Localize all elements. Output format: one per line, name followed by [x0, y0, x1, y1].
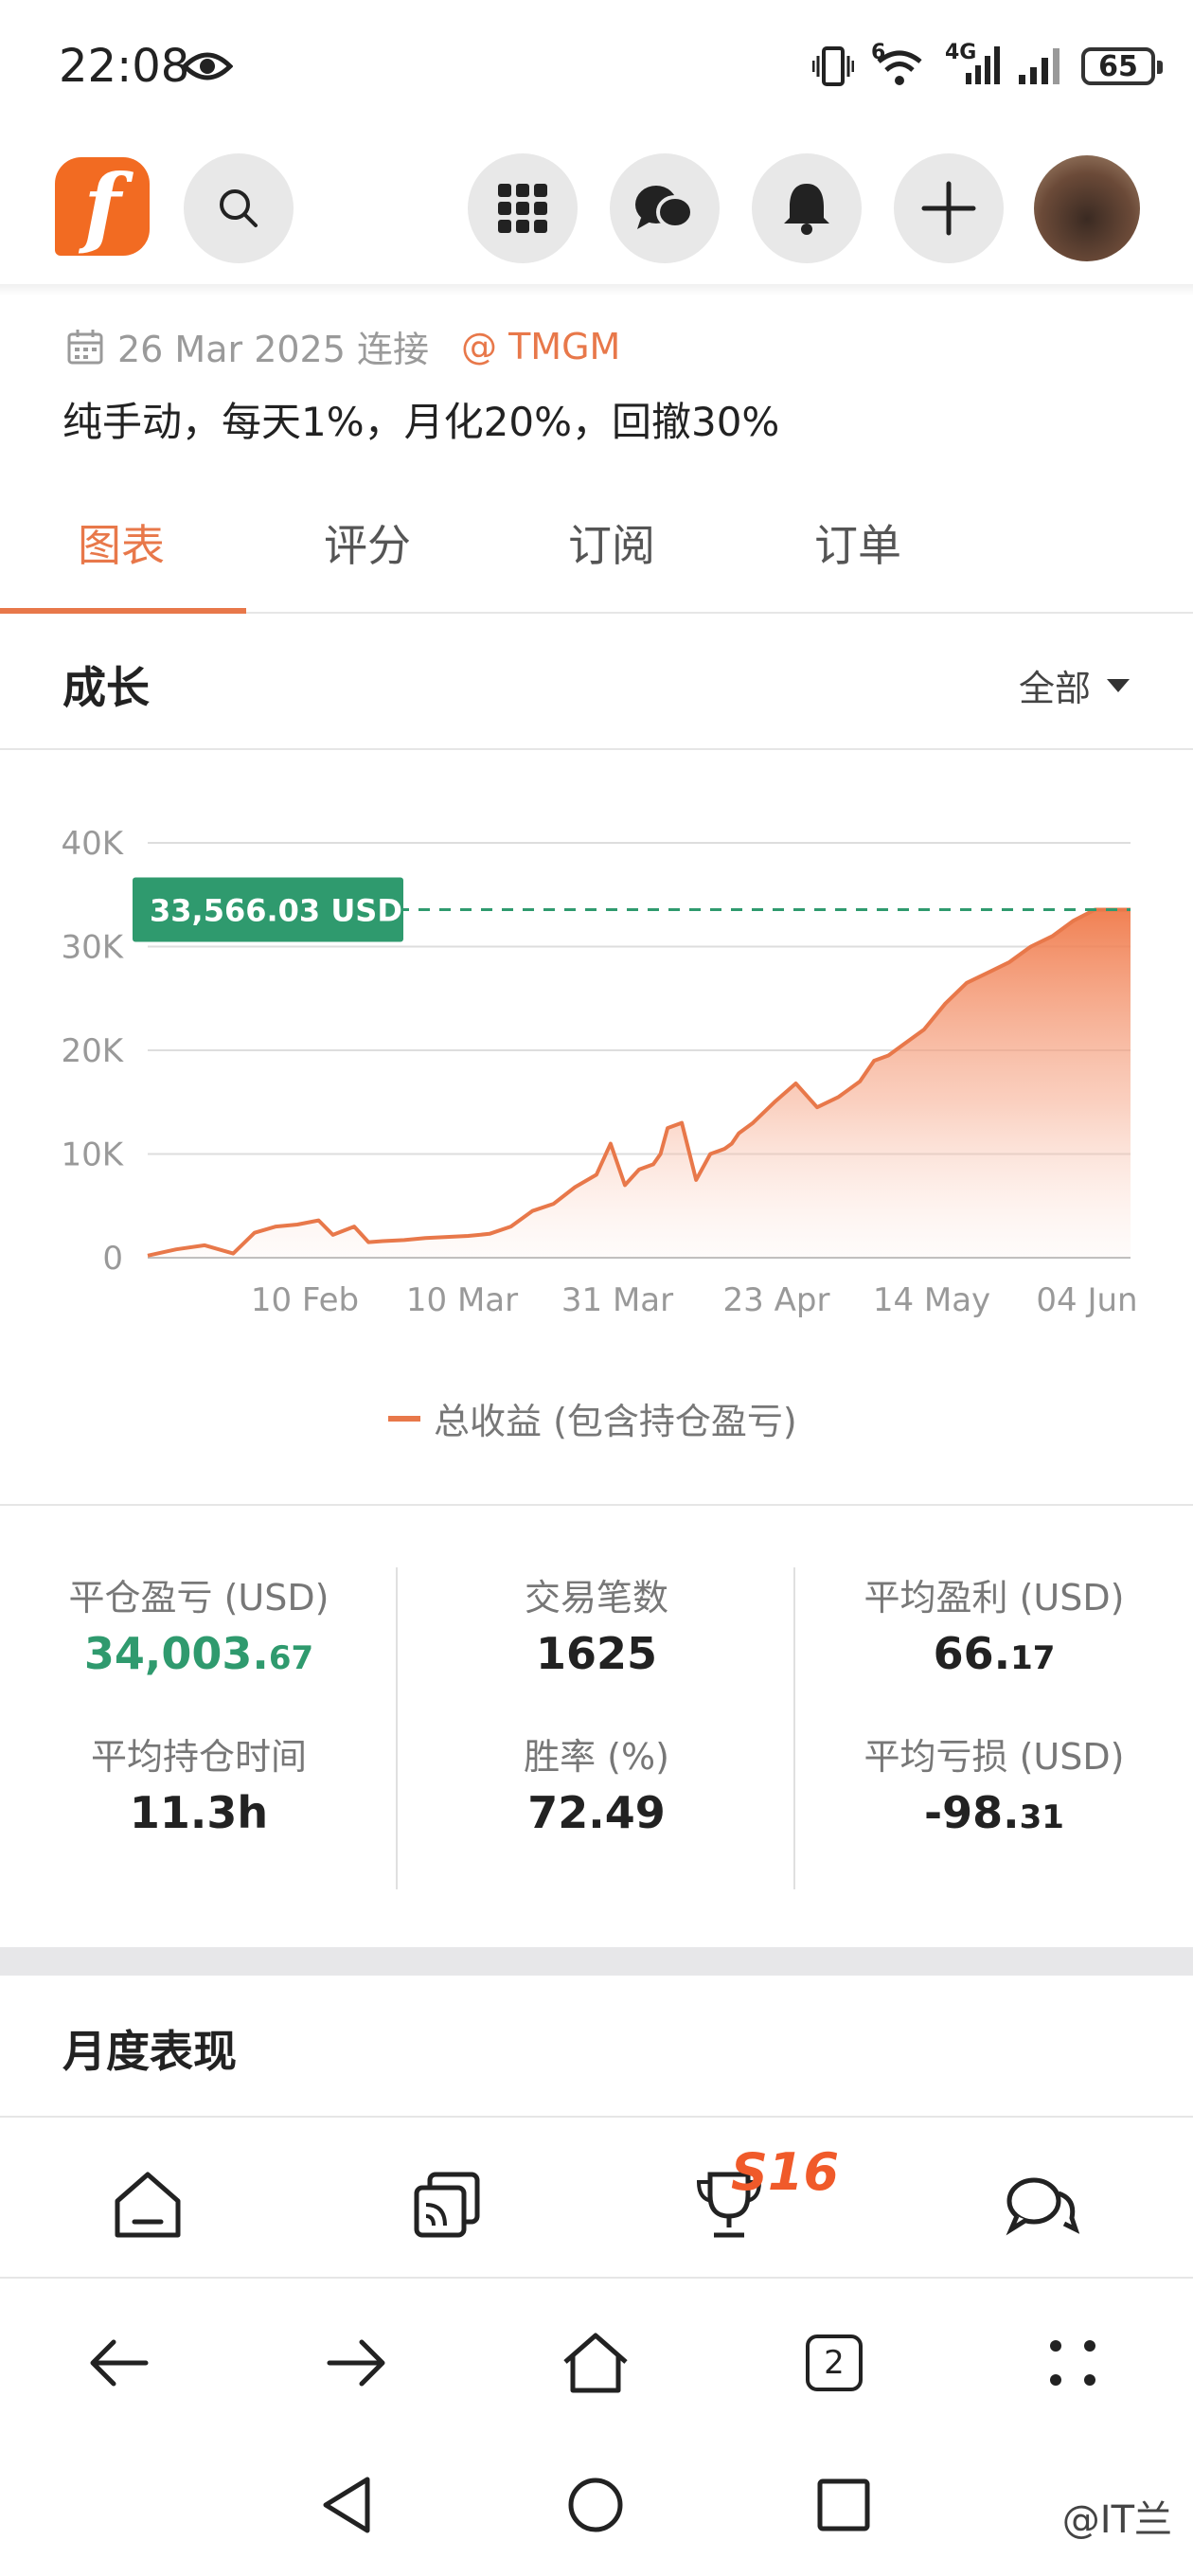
messages-button[interactable]	[610, 153, 720, 263]
chat-icon	[635, 186, 694, 229]
broker-link[interactable]: @ TMGM	[461, 326, 620, 367]
section-title-monthly: 月度表现	[62, 2026, 237, 2077]
y-tick-label: 30K	[61, 929, 124, 967]
forward-button[interactable]	[314, 2320, 400, 2406]
stat-value: 34,003.67	[83, 1628, 314, 1679]
system-back-icon[interactable]	[314, 2472, 381, 2538]
range-value: 全部	[1018, 668, 1091, 709]
growth-area	[148, 909, 1131, 1258]
battery-indicator: 65	[1081, 47, 1163, 85]
home-icon	[563, 2333, 628, 2393]
x-tick-label: 31 Mar	[561, 1281, 673, 1319]
current-value-text: 33,566.03 USD	[150, 892, 402, 928]
plus-icon	[921, 181, 976, 236]
eye-icon	[182, 52, 233, 80]
current-value-tag: 33,566.03 USD	[133, 877, 403, 942]
system-home-icon[interactable]	[562, 2472, 629, 2538]
header-divider	[0, 284, 1193, 295]
range-dropdown[interactable]: 全部	[1019, 659, 1131, 711]
search-button[interactable]	[184, 153, 294, 263]
stat-value: 72.49	[527, 1787, 666, 1838]
y-tick-label: 20K	[61, 1032, 124, 1070]
strategy-description: 纯手动，每天1%，月化20%，回撤30%	[62, 399, 780, 445]
apps-grid-icon	[498, 184, 547, 233]
app-logo[interactable]: f	[55, 155, 150, 258]
x-tick-label: 10 Mar	[406, 1281, 518, 1319]
active-tab-indicator	[0, 608, 246, 614]
y-tick-label: 0	[102, 1240, 123, 1278]
section-title-growth: 成长	[62, 662, 150, 713]
signals-nav-icon[interactable]	[409, 2167, 485, 2243]
bell-icon	[784, 184, 829, 235]
bottom-nav	[0, 2116, 1193, 2279]
home-nav-icon[interactable]	[110, 2167, 186, 2243]
vibrate-icon	[812, 46, 854, 86]
account-meta: 26 Mar 2025 连接 @ TMGM	[66, 320, 620, 372]
arrow-right-icon	[327, 2339, 385, 2387]
watermark: @IT兰	[1061, 2498, 1172, 2542]
section-gap	[0, 1947, 1193, 1976]
tab-rating[interactable]: 评分	[324, 511, 411, 574]
x-tick-label: 14 May	[873, 1281, 990, 1319]
chart-divider	[0, 1504, 1193, 1506]
cellular-icon	[1019, 48, 1059, 84]
wifi-icon: 6	[871, 41, 928, 88]
dots-grid-icon	[1050, 2340, 1095, 2386]
stat-label: 平均亏损 (USD)	[864, 1736, 1125, 1778]
stat-label: 平均持仓时间	[90, 1736, 307, 1778]
status-time: 22:08	[59, 40, 190, 93]
browser-home-button[interactable]	[553, 2320, 638, 2406]
tab-orders[interactable]: 订单	[814, 511, 901, 574]
stat-value: 1625	[535, 1628, 658, 1679]
notifications-button[interactable]	[752, 153, 862, 263]
calendar-icon	[67, 329, 103, 364]
stat-label: 平均盈利 (USD)	[864, 1577, 1125, 1619]
stat-label: 胜率 (%)	[524, 1736, 669, 1778]
status-bar: 22:08 6 4G 65	[0, 0, 1193, 133]
back-button[interactable]	[76, 2320, 161, 2406]
stat-avg-hold-time: 平均持仓时间 11.3h	[9, 1727, 388, 1838]
stat-value: 66.17	[933, 1628, 1056, 1679]
arrow-left-icon	[90, 2339, 149, 2387]
legend-swatch	[388, 1415, 420, 1422]
x-tick-label: 23 Apr	[723, 1281, 830, 1319]
tabs-button[interactable]: 2	[792, 2320, 877, 2406]
chart-legend: 总收益 (包含持仓盈亏)	[388, 1392, 797, 1444]
stat-avg-profit: 平均盈利 (USD) 66.17	[805, 1568, 1184, 1679]
x-tick-label: 04 Jun	[1036, 1281, 1137, 1319]
tab-bar: 图表 评分 订阅 订单	[0, 483, 1193, 614]
x-tick-label: 10 Feb	[251, 1281, 359, 1319]
avatar[interactable]	[1034, 155, 1140, 261]
system-recents-icon[interactable]	[810, 2472, 877, 2538]
cellular-4g-icon: 4G	[945, 41, 1000, 88]
legend-label: 总收益 (包含持仓盈亏)	[434, 1401, 797, 1442]
stat-value: -98.31	[924, 1787, 1064, 1838]
stat-label: 平仓盈亏 (USD)	[68, 1577, 329, 1619]
search-icon	[220, 189, 258, 227]
y-tick-label: 10K	[61, 1136, 124, 1174]
tab-subscribe[interactable]: 订阅	[568, 511, 655, 574]
stat-closed-pnl: 平仓盈亏 (USD) 34,003.67	[9, 1568, 388, 1679]
connect-date: 26 Mar 2025 连接	[117, 329, 429, 370]
tab-chart[interactable]: 图表	[78, 511, 165, 574]
stat-separator	[793, 1567, 795, 1889]
stat-trade-count: 交易笔数 1625	[407, 1568, 786, 1679]
menu-button[interactable]	[1030, 2320, 1115, 2406]
status-icons: 6 4G 65	[812, 41, 1163, 91]
y-tick-label: 40K	[61, 825, 124, 863]
growth-chart: 40K 30K 20K 10K 0 10 Feb 10 Mar 31 Mar 23 Apr 14…	[61, 825, 1137, 1319]
stat-value: 11.3h	[129, 1787, 269, 1838]
apps-button[interactable]	[468, 153, 578, 263]
community-nav-icon[interactable]	[1004, 2167, 1079, 2243]
section-divider	[0, 748, 1193, 750]
caret-down-icon	[1107, 678, 1130, 692]
season-badge: S16	[731, 2142, 840, 2202]
stat-label: 交易笔数	[524, 1577, 668, 1619]
tab-count: 2	[806, 2334, 863, 2391]
stat-avg-loss: 平均亏损 (USD) -98.31	[805, 1727, 1184, 1838]
stat-separator	[396, 1567, 398, 1889]
stat-win-rate: 胜率 (%) 72.49	[407, 1727, 786, 1838]
add-button[interactable]	[894, 153, 1004, 263]
